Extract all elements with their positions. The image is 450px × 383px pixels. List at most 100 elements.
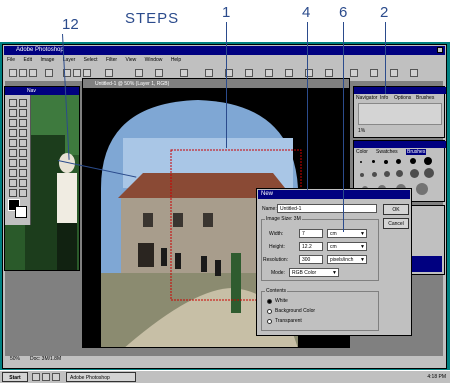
- transparent-option: Transparent: [275, 318, 302, 324]
- transparent-radio[interactable]: [267, 319, 272, 324]
- width-field[interactable]: 7: [299, 229, 323, 238]
- gradient-tool-icon[interactable]: [19, 149, 27, 157]
- marquee-icon[interactable]: [9, 99, 17, 107]
- new-dialog: New Name: Untitled-1 OK Cancel Image Siz…: [256, 188, 412, 336]
- background-radio[interactable]: [267, 309, 272, 314]
- callout-2: 2: [380, 4, 389, 21]
- eraser-tool-icon[interactable]: [9, 149, 17, 157]
- slice-icon[interactable]: [19, 119, 27, 127]
- menu-item[interactable]: Window: [145, 57, 163, 63]
- shape-icon[interactable]: [9, 179, 17, 187]
- paste-icon[interactable]: [83, 69, 91, 77]
- desktop-icon[interactable]: [32, 373, 40, 381]
- navigator-tab[interactable]: Navigator: [356, 95, 377, 101]
- brush-icon[interactable]: [180, 69, 188, 77]
- blur-icon[interactable]: [9, 159, 17, 167]
- browser-icon[interactable]: [42, 373, 50, 381]
- document-title[interactable]: Untitled-1 @ 50% (Layer 1, RGB): [95, 81, 169, 87]
- menu-item[interactable]: Select: [84, 57, 98, 63]
- toolbox-title: Nav: [27, 88, 36, 94]
- zoom-tool-icon[interactable]: [19, 189, 27, 197]
- width-unit-select[interactable]: cm: [327, 229, 367, 238]
- info-tab[interactable]: Info: [380, 95, 388, 101]
- new-icon[interactable]: [9, 69, 17, 77]
- menu-item[interactable]: Edit: [23, 57, 32, 63]
- print-icon[interactable]: [45, 69, 53, 77]
- heal-icon[interactable]: [9, 129, 17, 137]
- brush-tip[interactable]: [372, 172, 377, 177]
- brush-tip[interactable]: [384, 160, 388, 164]
- stamp-icon[interactable]: [9, 139, 17, 147]
- brush-tip[interactable]: [396, 159, 401, 164]
- open-icon[interactable]: [19, 69, 27, 77]
- grid-icon[interactable]: [390, 69, 398, 77]
- brush-tip[interactable]: [384, 171, 390, 177]
- type-icon[interactable]: [19, 169, 27, 177]
- text-icon[interactable]: [265, 69, 273, 77]
- rotate-icon[interactable]: [370, 69, 378, 77]
- options-tab[interactable]: Options: [394, 95, 411, 101]
- menu-item[interactable]: Help: [171, 57, 181, 63]
- brush-tip[interactable]: [360, 161, 362, 163]
- zoom-icon[interactable]: [135, 69, 143, 77]
- brush-tip[interactable]: [424, 168, 434, 178]
- white-radio[interactable]: [267, 299, 272, 304]
- height-unit-select[interactable]: cm: [327, 242, 367, 251]
- notes-icon[interactable]: [19, 179, 27, 187]
- color-tab[interactable]: Color: [356, 149, 368, 155]
- undo-icon[interactable]: [105, 69, 113, 77]
- crop-tool-icon[interactable]: [9, 119, 17, 127]
- brush-tip[interactable]: [424, 157, 432, 165]
- resolution-unit-select[interactable]: pixels/inch: [327, 255, 367, 264]
- help-icon[interactable]: [410, 69, 418, 77]
- gradient-icon[interactable]: [245, 69, 253, 77]
- brush-tool-icon[interactable]: [19, 129, 27, 137]
- channels-icon[interactable]: [325, 69, 333, 77]
- resolution-field[interactable]: 300: [299, 255, 323, 264]
- toolbox-panel: Nav: [4, 86, 80, 271]
- brush-tip[interactable]: [416, 183, 428, 195]
- menu-item[interactable]: Layer: [63, 57, 76, 63]
- brushes-active-tab[interactable]: Brushes: [406, 149, 427, 155]
- lasso-icon[interactable]: [9, 109, 17, 117]
- crop-icon[interactable]: [285, 69, 293, 77]
- arrow-icon[interactable]: [350, 69, 358, 77]
- app-titlebar[interactable]: Adobe Photoshop: [4, 46, 445, 55]
- history-icon[interactable]: [19, 139, 27, 147]
- hand-icon[interactable]: [155, 69, 163, 77]
- cancel-button[interactable]: Cancel: [383, 218, 409, 229]
- mode-select[interactable]: RGB Color: [289, 268, 339, 277]
- navigator-preview[interactable]: [358, 103, 442, 125]
- brush-tip[interactable]: [410, 158, 416, 164]
- background-option: Background Color: [275, 308, 316, 314]
- brush-tip[interactable]: [372, 160, 375, 163]
- save-icon[interactable]: [29, 69, 37, 77]
- background-color[interactable]: [15, 206, 27, 218]
- move-icon[interactable]: [19, 99, 27, 107]
- dodge-icon[interactable]: [19, 159, 27, 167]
- wand-icon[interactable]: [19, 109, 27, 117]
- eyedropper-icon[interactable]: [9, 189, 17, 197]
- dialog-title[interactable]: New: [258, 190, 410, 199]
- height-field[interactable]: 12.2: [299, 242, 323, 251]
- callout-6: 6: [339, 4, 348, 21]
- swatches-tab[interactable]: Swatches: [376, 149, 398, 155]
- mail-icon[interactable]: [52, 373, 60, 381]
- leader-line-1: [226, 22, 227, 148]
- close-icon[interactable]: [437, 47, 443, 53]
- menu-item[interactable]: File: [7, 57, 15, 63]
- eraser-icon[interactable]: [205, 69, 213, 77]
- brush-tip[interactable]: [360, 173, 364, 177]
- menu-item[interactable]: View: [125, 57, 136, 63]
- pen-icon[interactable]: [9, 169, 17, 177]
- copy-icon[interactable]: [73, 69, 81, 77]
- brushes-tab[interactable]: Brushes: [416, 95, 434, 101]
- brush-tip[interactable]: [410, 169, 419, 178]
- menu-item[interactable]: Filter: [106, 57, 117, 63]
- ok-button[interactable]: OK: [383, 204, 409, 215]
- menu-item[interactable]: Image: [40, 57, 54, 63]
- brush-tip[interactable]: [396, 170, 403, 177]
- taskbar-app-button[interactable]: Adobe Photoshop: [66, 372, 136, 382]
- start-button[interactable]: Start: [2, 372, 28, 382]
- name-field[interactable]: Untitled-1: [277, 204, 377, 213]
